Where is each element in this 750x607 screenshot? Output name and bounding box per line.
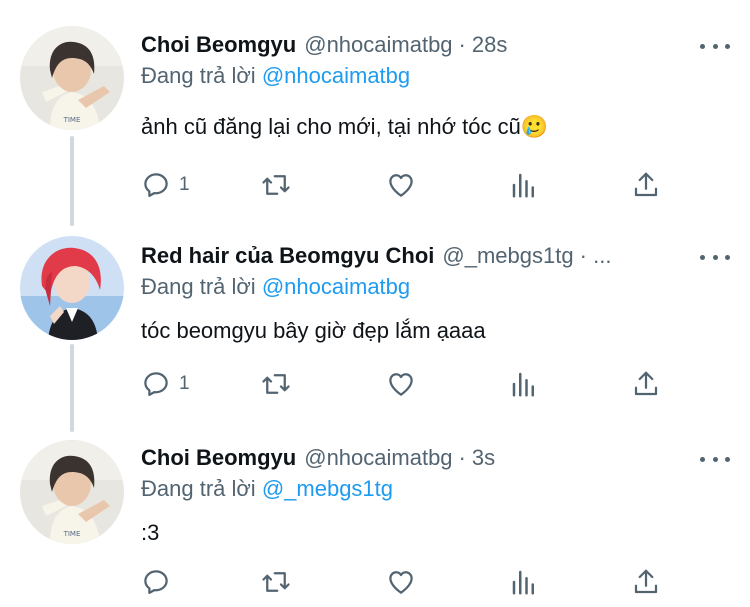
user-handle[interactable]: @nhocaimatbg bbox=[304, 30, 452, 60]
avatar[interactable]: TIME bbox=[20, 440, 124, 544]
tweet-content: Red hair của Beomgyu Choi @_mebgs1tg · .… bbox=[141, 241, 730, 346]
user-handle[interactable]: @_mebgs1tg · ... bbox=[442, 241, 611, 271]
svg-text:TIME: TIME bbox=[63, 116, 81, 124]
display-name[interactable]: Choi Beomgyu bbox=[141, 443, 296, 473]
heart-icon bbox=[389, 174, 413, 197]
reply-prefix: Đang trả lời bbox=[141, 476, 256, 501]
avatar[interactable] bbox=[20, 236, 124, 340]
display-name[interactable]: Red hair của Beomgyu Choi bbox=[141, 241, 434, 271]
avatar[interactable]: TIME bbox=[20, 26, 124, 130]
more-icon[interactable] bbox=[700, 36, 730, 56]
retweet-icon bbox=[262, 374, 290, 394]
reply-prefix: Đang trả lời bbox=[141, 274, 256, 299]
svg-text:TIME: TIME bbox=[63, 530, 81, 538]
share-button[interactable] bbox=[631, 367, 661, 401]
share-button[interactable] bbox=[631, 565, 661, 599]
share-icon bbox=[634, 569, 658, 594]
tweet[interactable]: TIME Choi Beomgyu @nhocaimatbg · 3s Đang… bbox=[0, 418, 750, 607]
reply-icon bbox=[144, 570, 168, 594]
reply-count: 1 bbox=[179, 373, 190, 394]
views-icon bbox=[512, 173, 534, 198]
timestamp[interactable]: 3s bbox=[472, 443, 495, 473]
share-icon bbox=[634, 371, 658, 396]
tweet-actions: 1 bbox=[141, 168, 671, 202]
reply-button[interactable]: 1 bbox=[141, 367, 190, 401]
more-icon[interactable] bbox=[700, 247, 730, 267]
retweet-icon bbox=[262, 175, 290, 195]
tweet-text: :3 bbox=[141, 520, 160, 545]
views-button[interactable] bbox=[509, 367, 539, 401]
heart-icon bbox=[389, 571, 413, 594]
share-button[interactable] bbox=[631, 168, 661, 202]
views-icon bbox=[512, 372, 534, 397]
reply-mention-link[interactable]: @nhocaimatbg bbox=[262, 274, 410, 299]
tweet-actions bbox=[141, 565, 671, 599]
tweet-text: tóc beomgyu bây giờ đẹp lắm ạaaa bbox=[141, 318, 486, 343]
reply-button[interactable] bbox=[141, 565, 179, 599]
views-icon bbox=[512, 570, 534, 595]
like-button[interactable] bbox=[386, 565, 416, 599]
tweet-text: ảnh cũ đăng lại cho mới, tại nhớ tóc cũ🥲 bbox=[141, 114, 549, 139]
tweet[interactable]: TIME Choi Beomgyu @nhocaimatbg · 28s Đan… bbox=[0, 0, 750, 214]
tweet-thread: TIME Choi Beomgyu @nhocaimatbg · 28s Đan… bbox=[0, 0, 750, 607]
separator: · bbox=[458, 32, 466, 57]
display-name[interactable]: Choi Beomgyu bbox=[141, 30, 296, 60]
heart-icon bbox=[389, 373, 413, 396]
reply-context: Đang trả lời @nhocaimatbg bbox=[141, 272, 730, 302]
tweet-header: Choi Beomgyu @nhocaimatbg · 28s bbox=[141, 30, 686, 60]
tweet[interactable]: Red hair của Beomgyu Choi @_mebgs1tg · .… bbox=[0, 214, 750, 418]
share-icon bbox=[634, 172, 658, 197]
more-icon[interactable] bbox=[700, 449, 730, 469]
reply-mention-link[interactable]: @nhocaimatbg bbox=[262, 63, 410, 88]
tweet-content: Choi Beomgyu @nhocaimatbg · 3s Đang trả … bbox=[141, 443, 730, 548]
separator: · bbox=[458, 445, 466, 470]
reply-prefix: Đang trả lời bbox=[141, 63, 256, 88]
like-button[interactable] bbox=[386, 168, 416, 202]
tweet-header: Red hair của Beomgyu Choi @_mebgs1tg · .… bbox=[141, 241, 686, 271]
tweet-content: Choi Beomgyu @nhocaimatbg · 28s Đang trả… bbox=[141, 30, 730, 142]
retweet-button[interactable] bbox=[261, 367, 291, 401]
timestamp[interactable]: 28s bbox=[472, 30, 507, 60]
reply-button[interactable]: 1 bbox=[141, 168, 190, 202]
views-button[interactable] bbox=[509, 168, 539, 202]
retweet-button[interactable] bbox=[261, 565, 291, 599]
tweet-header: Choi Beomgyu @nhocaimatbg · 3s bbox=[141, 443, 686, 473]
user-handle[interactable]: @nhocaimatbg bbox=[304, 443, 452, 473]
views-button[interactable] bbox=[509, 565, 539, 599]
reply-icon bbox=[144, 173, 168, 197]
reply-context: Đang trả lời @nhocaimatbg bbox=[141, 61, 730, 91]
like-button[interactable] bbox=[386, 367, 416, 401]
retweet-icon bbox=[262, 572, 290, 592]
retweet-button[interactable] bbox=[261, 168, 291, 202]
tweet-actions: 1 bbox=[141, 367, 671, 401]
reply-mention-link[interactable]: @_mebgs1tg bbox=[262, 476, 393, 501]
reply-icon bbox=[144, 372, 168, 396]
reply-count: 1 bbox=[179, 174, 190, 195]
reply-context: Đang trả lời @_mebgs1tg bbox=[141, 474, 730, 504]
